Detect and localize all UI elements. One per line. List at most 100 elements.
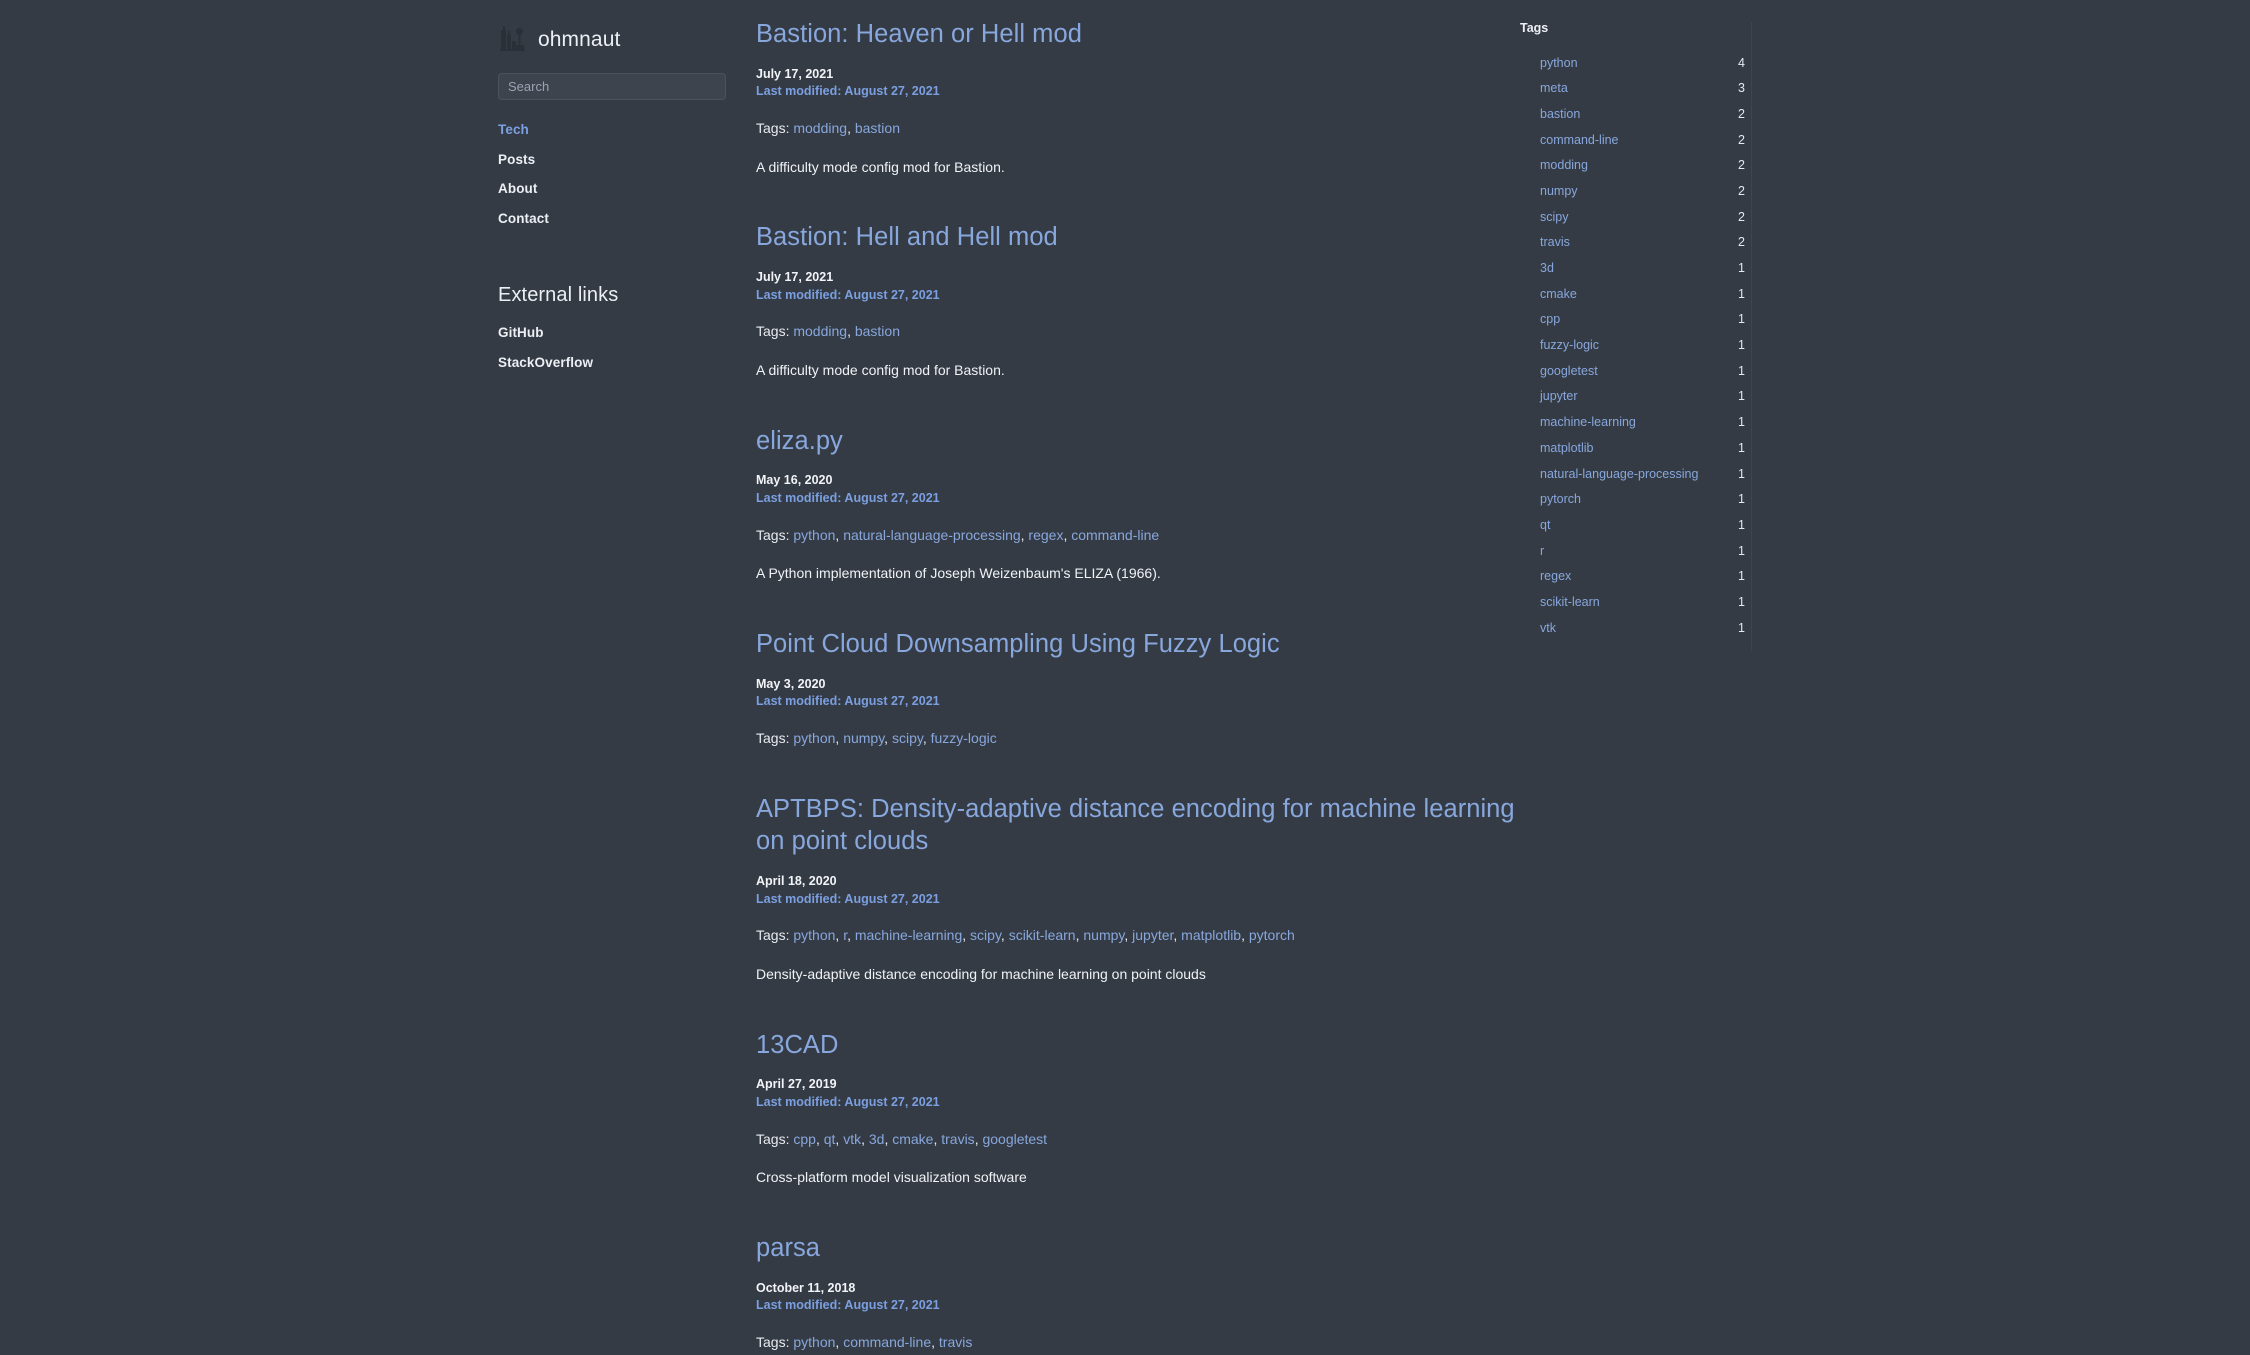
post-list: Bastion: Heaven or Hell mod July 17, 2021… (756, 18, 1516, 1355)
tag-row-name[interactable]: matplotlib (1540, 436, 1594, 462)
sidebar-item-posts[interactable]: Posts (498, 148, 730, 172)
post-tag-link[interactable]: jupyter (1132, 927, 1173, 943)
tag-row[interactable]: pytorch 1 (1516, 487, 1751, 513)
tag-row-name[interactable]: r (1540, 539, 1544, 565)
site-brand[interactable]: ohmnaut (498, 22, 730, 56)
post-title-link[interactable]: Point Cloud Downsampling Using Fuzzy Log… (756, 628, 1516, 661)
tag-row[interactable]: googletest 1 (1516, 359, 1751, 385)
post-title-link[interactable]: Bastion: Hell and Hell mod (756, 221, 1516, 254)
tag-row[interactable]: matplotlib 1 (1516, 436, 1751, 462)
post-tag-link[interactable]: python (793, 730, 835, 746)
post-tag-link[interactable]: bastion (855, 323, 900, 339)
tag-row-name[interactable]: bastion (1540, 102, 1580, 128)
post-tag-link[interactable]: python (793, 927, 835, 943)
post-tag-link[interactable]: python (793, 1334, 835, 1350)
post-item: APTBPS: Density-adaptive distance encodi… (756, 793, 1516, 985)
tag-row[interactable]: qt 1 (1516, 513, 1751, 539)
tag-row-count: 1 (1738, 261, 1745, 275)
post-title-link[interactable]: APTBPS: Density-adaptive distance encodi… (756, 793, 1516, 858)
tag-row[interactable]: travis 2 (1516, 230, 1751, 256)
external-link-github[interactable]: GitHub (498, 321, 730, 345)
tag-row[interactable]: scipy 2 (1516, 205, 1751, 231)
post-tag-link[interactable]: scipy (970, 927, 1001, 943)
tag-row-name[interactable]: meta (1540, 76, 1568, 102)
tag-row[interactable]: command-line 2 (1516, 128, 1751, 154)
post-tag-link[interactable]: cmake (892, 1131, 933, 1147)
post-tag-link[interactable]: matplotlib (1181, 927, 1241, 943)
post-tag-link[interactable]: qt (824, 1131, 836, 1147)
post-tag-link[interactable]: pytorch (1249, 927, 1295, 943)
tag-row-name[interactable]: scikit-learn (1540, 590, 1600, 616)
tag-row-name[interactable]: jupyter (1540, 384, 1578, 410)
tag-row-name[interactable]: numpy (1540, 179, 1578, 205)
post-tags-label: Tags: (756, 1130, 794, 1147)
tag-row[interactable]: cmake 1 (1516, 282, 1751, 308)
post-tag-link[interactable]: travis (939, 1334, 972, 1350)
tag-row-name[interactable]: machine-learning (1540, 410, 1636, 436)
tag-row-name[interactable]: scipy (1540, 205, 1568, 231)
post-item: Point Cloud Downsampling Using Fuzzy Log… (756, 628, 1516, 749)
tag-row-name[interactable]: cmake (1540, 282, 1577, 308)
tag-row[interactable]: machine-learning 1 (1516, 410, 1751, 436)
external-link-stackoverflow[interactable]: StackOverflow (498, 351, 730, 375)
sidebar-item-tech[interactable]: Tech (498, 118, 730, 142)
tag-row[interactable]: python 4 (1516, 51, 1751, 77)
tag-row-name[interactable]: vtk (1540, 616, 1556, 642)
post-tag-link[interactable]: python (793, 527, 835, 543)
post-tag-link[interactable]: modding (793, 323, 847, 339)
tag-row-name[interactable]: command-line (1540, 128, 1619, 154)
post-description: Density-adaptive distance encoding for m… (756, 966, 1206, 982)
tag-row[interactable]: fuzzy-logic 1 (1516, 333, 1751, 359)
post-tag-link[interactable]: 3d (869, 1131, 885, 1147)
tag-row-name[interactable]: python (1540, 51, 1578, 77)
tag-row-name[interactable]: googletest (1540, 359, 1598, 385)
tag-row-name[interactable]: natural-language-processing (1540, 462, 1698, 488)
tag-row[interactable]: r1 (1516, 539, 1751, 565)
tag-row[interactable]: regex 1 (1516, 564, 1751, 590)
post-tag-link[interactable]: regex (1028, 527, 1063, 543)
tag-row-name[interactable]: cpp (1540, 307, 1560, 333)
post-tag-link[interactable]: numpy (1083, 927, 1124, 943)
tag-row-name[interactable]: qt (1540, 513, 1550, 539)
tag-row[interactable]: natural-language-processing 1 (1516, 462, 1751, 488)
post-tag-link[interactable]: scipy (892, 730, 923, 746)
tag-row[interactable]: meta 3 (1516, 76, 1751, 102)
post-tag-link[interactable]: bastion (855, 120, 900, 136)
post-title-link[interactable]: Bastion: Heaven or Hell mod (756, 18, 1516, 51)
post-tag-link[interactable]: natural-language-processing (843, 527, 1020, 543)
tag-row[interactable]: bastion 2 (1516, 102, 1751, 128)
tag-row[interactable]: cpp 1 (1516, 307, 1751, 333)
post-tag-link[interactable]: cpp (793, 1131, 816, 1147)
post-tag-link[interactable]: travis (941, 1131, 974, 1147)
sidebar-item-about[interactable]: About (498, 177, 730, 201)
tag-row-name[interactable]: pytorch (1540, 487, 1581, 513)
tag-row-name[interactable]: modding (1540, 153, 1588, 179)
tag-row-name[interactable]: fuzzy-logic (1540, 333, 1599, 359)
search-input[interactable] (498, 73, 726, 100)
tag-row[interactable]: modding 2 (1516, 153, 1751, 179)
post-tag-link[interactable]: googletest (982, 1131, 1047, 1147)
post-tag-link[interactable]: vtk (843, 1131, 861, 1147)
post-tag-link[interactable]: machine-learning (855, 927, 962, 943)
post-title-link[interactable]: eliza.py (756, 425, 1516, 458)
tag-row[interactable]: scikit-learn 1 (1516, 590, 1751, 616)
post-tag-link[interactable]: scikit-learn (1009, 927, 1076, 943)
tag-row-count: 1 (1738, 569, 1745, 584)
tag-row-name[interactable]: 3d (1540, 256, 1554, 282)
tag-row[interactable]: 3d 1 (1516, 256, 1751, 282)
post-tag-link[interactable]: command-line (843, 1334, 931, 1350)
tag-row-name[interactable]: travis (1540, 230, 1570, 256)
post-tag-link[interactable]: numpy (843, 730, 884, 746)
post-tag-link[interactable]: modding (793, 120, 847, 136)
post-title-link[interactable]: 13CAD (756, 1029, 1516, 1062)
tag-row[interactable]: numpy 2 (1516, 179, 1751, 205)
tag-row-name[interactable]: regex (1540, 564, 1571, 590)
tag-row[interactable]: jupyter 1 (1516, 384, 1751, 410)
post-published-date: July 17, 2021 (756, 269, 834, 284)
tag-row[interactable]: vtk 1 (1516, 616, 1751, 642)
post-title-link[interactable]: parsa (756, 1232, 1516, 1265)
post-tag-link[interactable]: fuzzy-logic (931, 730, 997, 746)
sidebar-item-contact[interactable]: Contact (498, 207, 730, 231)
post-dates: October 11, 2018 Last modified: August 27… (756, 1280, 1516, 1316)
post-tag-link[interactable]: command-line (1071, 527, 1159, 543)
